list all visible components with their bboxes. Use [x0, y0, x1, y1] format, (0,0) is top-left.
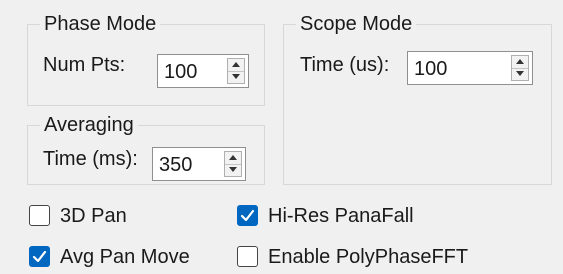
checkbox-hires-panafall-row[interactable]: Hi-Res PanaFall: [237, 203, 477, 229]
scope-time-value[interactable]: 100: [414, 57, 447, 81]
triangle-down-icon: [232, 74, 240, 79]
averaging-time-label: Time (ms):: [43, 148, 138, 170]
scope-decrement-button[interactable]: [512, 68, 528, 80]
num-pts-label: Num Pts:: [43, 54, 126, 76]
checkmark-icon: [240, 209, 255, 222]
phase-mode-title: Phase Mode: [40, 11, 161, 37]
checkbox-enable-polyphasefft-row[interactable]: Enable PolyPhaseFFT: [237, 244, 537, 270]
scope-time-spinner[interactable]: 100: [407, 51, 533, 85]
scope-mode-title: Scope Mode: [296, 11, 417, 37]
triangle-down-icon: [516, 71, 524, 76]
scope-mode-group: Scope Mode Time (us): 100: [283, 11, 552, 185]
checkbox-avg-pan-move-row[interactable]: Avg Pan Move: [29, 244, 229, 270]
scope-time-label: Time (us):: [300, 54, 390, 76]
averaging-group: Averaging Time (ms): 350: [27, 112, 265, 185]
checkbox-enable-polyphasefft[interactable]: [237, 246, 258, 267]
checkbox-3d-pan-row[interactable]: 3D Pan: [29, 203, 209, 229]
triangle-up-icon: [229, 155, 237, 160]
num-pts-spin-buttons: [227, 58, 245, 84]
triangle-up-icon: [516, 59, 524, 64]
scope-spin-buttons: [511, 55, 529, 81]
averaging-decrement-button[interactable]: [225, 164, 241, 176]
num-pts-value[interactable]: 100: [164, 60, 197, 84]
checkbox-3d-pan[interactable]: [29, 205, 50, 226]
averaging-title: Averaging: [40, 112, 138, 138]
triangle-up-icon: [232, 62, 240, 67]
num-pts-spinner[interactable]: 100: [157, 54, 249, 88]
checkbox-enable-polyphasefft-label[interactable]: Enable PolyPhaseFFT: [268, 244, 468, 270]
checkmark-icon: [32, 250, 47, 263]
phase-mode-group: Phase Mode Num Pts: 100: [27, 11, 265, 106]
triangle-down-icon: [229, 167, 237, 172]
averaging-spin-buttons: [224, 151, 242, 177]
checkbox-hires-panafall[interactable]: [237, 205, 258, 226]
num-pts-decrement-button[interactable]: [228, 71, 244, 83]
checkbox-avg-pan-move-label[interactable]: Avg Pan Move: [60, 244, 190, 270]
checkbox-3d-pan-label[interactable]: 3D Pan: [60, 203, 127, 229]
checkbox-avg-pan-move[interactable]: [29, 246, 50, 267]
averaging-time-spinner[interactable]: 350: [152, 147, 246, 181]
averaging-time-value[interactable]: 350: [159, 153, 192, 177]
checkbox-hires-panafall-label[interactable]: Hi-Res PanaFall: [268, 203, 414, 229]
